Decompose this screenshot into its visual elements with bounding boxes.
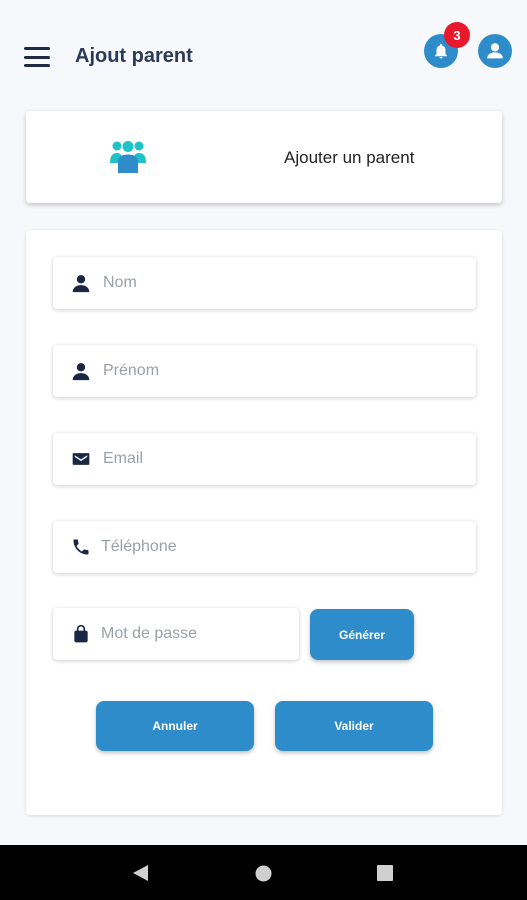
page-title: Ajout parent — [75, 45, 193, 67]
password-input[interactable] — [101, 608, 291, 660]
submit-button[interactable]: Valider — [275, 701, 433, 751]
telephone-field — [53, 521, 476, 573]
phone-icon — [71, 537, 91, 557]
prenom-field — [53, 345, 476, 397]
prenom-input[interactable] — [103, 345, 463, 397]
password-field — [53, 608, 299, 660]
email-field — [53, 433, 476, 485]
email-input[interactable] — [103, 433, 463, 485]
cancel-button[interactable]: Annuler — [96, 701, 254, 751]
recents-square-icon[interactable] — [377, 865, 393, 886]
app-bar: Ajout parent 3 — [0, 0, 527, 112]
home-circle-icon[interactable] — [255, 865, 272, 887]
header-card-title: Ajouter un parent — [284, 148, 415, 167]
mail-icon — [71, 449, 91, 469]
hamburger-menu-icon[interactable] — [24, 47, 50, 67]
back-triangle-icon[interactable] — [131, 864, 149, 887]
account-avatar-icon[interactable] — [478, 34, 512, 68]
nom-field — [53, 257, 476, 309]
person-icon — [71, 273, 91, 293]
system-navigation-bar — [0, 845, 527, 900]
notification-count-badge: 3 — [444, 22, 470, 48]
lock-icon — [71, 624, 91, 644]
telephone-input[interactable] — [101, 521, 461, 573]
group-icon — [110, 139, 146, 178]
nom-input[interactable] — [103, 257, 463, 309]
generate-password-button[interactable]: Générer — [310, 609, 414, 660]
person-icon — [71, 361, 91, 381]
header-card: Ajouter un parent — [26, 111, 502, 203]
